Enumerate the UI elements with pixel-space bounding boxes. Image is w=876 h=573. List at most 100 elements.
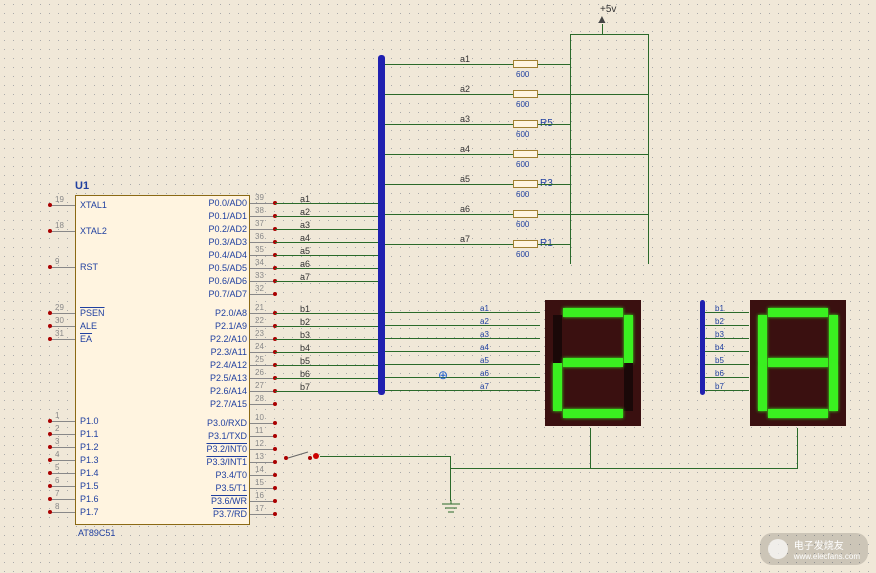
pin-num: 6 <box>55 476 59 485</box>
res-wire-right <box>538 154 648 155</box>
pin-num: 39 <box>255 193 264 202</box>
pin-name: P0.6/AD6 <box>208 276 247 286</box>
resistor <box>513 210 538 218</box>
seg2-g <box>768 358 828 367</box>
net-wire <box>275 391 378 392</box>
seg-pin-label: a1 <box>480 304 489 313</box>
res-val: 600 <box>516 220 529 229</box>
pin-name: P0.3/AD3 <box>208 237 247 247</box>
res-net-label: a3 <box>460 114 470 124</box>
pin-dot <box>273 447 277 451</box>
pin-num: 10 <box>255 413 264 422</box>
pin-stub <box>50 460 75 461</box>
res-wire-right <box>538 244 570 245</box>
power-rail-wire-h <box>570 34 648 35</box>
resistor <box>513 240 538 248</box>
pin-stub <box>250 436 275 437</box>
seg1-a <box>563 308 623 317</box>
net-label: b3 <box>300 330 310 340</box>
seg2-bus <box>700 300 705 395</box>
gnd-symbol <box>442 500 460 519</box>
net-wire <box>275 255 378 256</box>
pin-num: 35 <box>255 245 264 254</box>
res-wire-right <box>538 94 648 95</box>
seg-wire <box>385 312 540 313</box>
pin-dot <box>48 510 52 514</box>
ic-refdes: U1 <box>75 180 89 192</box>
seg2-b <box>829 315 838 363</box>
seg-pin-label: b1 <box>715 304 724 313</box>
pin-dot <box>273 460 277 464</box>
res-wire-left <box>385 94 513 95</box>
res-wire-left <box>385 214 513 215</box>
seg-common-h <box>450 468 798 469</box>
pin-num: 8 <box>55 502 59 511</box>
pin-dot <box>48 471 52 475</box>
pin-stub <box>250 391 275 392</box>
pin-dot <box>273 434 277 438</box>
seg1-e <box>553 363 562 411</box>
seg2-c <box>829 363 838 411</box>
net-wire <box>275 339 378 340</box>
pin-name: P0.2/AD2 <box>208 224 247 234</box>
net-label: b5 <box>300 356 310 366</box>
power-right-leg <box>648 34 649 264</box>
pin-num: 14 <box>255 465 264 474</box>
pin-num: 36 <box>255 232 264 241</box>
seg-wire <box>705 338 749 339</box>
seg-wire <box>705 390 749 391</box>
pin-num: 19 <box>55 195 64 204</box>
seg-wire <box>705 364 749 365</box>
pin-name: P3.1/TXD <box>208 431 247 441</box>
net-label: b1 <box>300 304 310 314</box>
pin-num: 11 <box>255 426 263 435</box>
pin-stub <box>250 449 275 450</box>
pin-name: P2.2/A10 <box>210 334 247 344</box>
pin-name: P1.0 <box>80 416 99 426</box>
pin-name: RST <box>80 262 98 272</box>
net-wire <box>275 313 378 314</box>
net-wire <box>275 378 378 379</box>
pin-num: 32 <box>255 284 264 293</box>
origin-marker-icon: ⊕ <box>438 368 448 382</box>
pin-stub <box>250 326 275 327</box>
pin-num: 23 <box>255 329 264 338</box>
res-val: 600 <box>516 190 529 199</box>
seg1-d <box>563 409 623 418</box>
pin-name: P0.1/AD1 <box>208 211 247 221</box>
res-wire-left <box>385 64 513 65</box>
pin-stub <box>250 216 275 217</box>
pin-num: 12 <box>255 439 264 448</box>
button-gnd-wire <box>450 456 451 501</box>
pin-stub <box>250 514 275 515</box>
pin-stub <box>250 488 275 489</box>
net-label: b4 <box>300 343 310 353</box>
net-wire <box>275 203 378 204</box>
res-val: 600 <box>516 70 529 79</box>
pin-stub <box>250 313 275 314</box>
res-wire-right <box>538 64 570 65</box>
pin-dot <box>48 458 52 462</box>
net-label: b6 <box>300 369 310 379</box>
res-wire-left <box>385 154 513 155</box>
pin-name: XTAL1 <box>80 200 107 210</box>
pin-name: P3.3/INT1 <box>206 457 247 467</box>
ic-part-label: AT89C51 <box>78 528 115 538</box>
seg1-c <box>624 363 633 411</box>
seg-pin-label: b2 <box>715 317 724 326</box>
pin-num: 34 <box>255 258 264 267</box>
seven-seg-display-1 <box>545 300 641 426</box>
pin-num: 37 <box>255 219 264 228</box>
seg-wire <box>385 377 540 378</box>
pin-name: EA <box>80 334 92 344</box>
pin-stub <box>250 294 275 295</box>
net-label: a3 <box>300 220 310 230</box>
net-label: b2 <box>300 317 310 327</box>
seg-pin-label: b4 <box>715 343 724 352</box>
net-label: a4 <box>300 233 310 243</box>
net-wire <box>275 216 378 217</box>
pin-name: XTAL2 <box>80 226 107 236</box>
seg1-common-wire <box>590 428 591 468</box>
pin-name: P0.5/AD5 <box>208 263 247 273</box>
net-wire <box>275 352 378 353</box>
